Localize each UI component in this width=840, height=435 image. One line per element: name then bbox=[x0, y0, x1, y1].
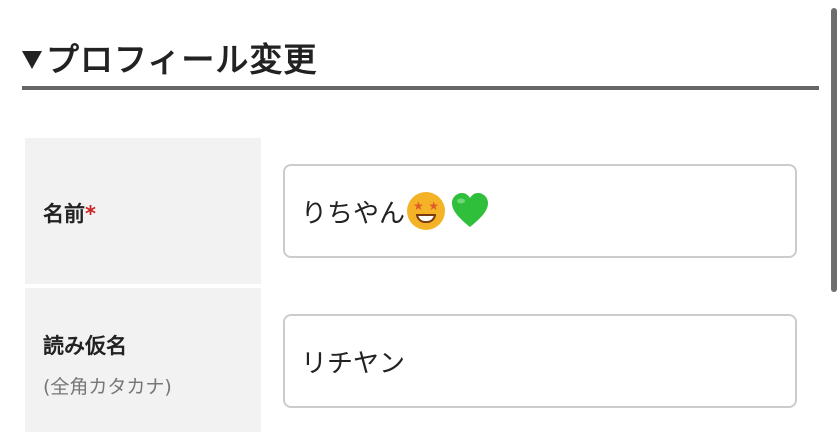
kana-label: 読み仮名 bbox=[43, 334, 127, 358]
name-label-cell: 名前* bbox=[25, 138, 261, 284]
section-title: プロフィール変更 bbox=[22, 33, 317, 81]
kana-input[interactable]: リチヤン bbox=[283, 314, 797, 408]
form-row-kana: 読み仮名 (全角カタカナ) リチヤン bbox=[25, 284, 805, 432]
name-label-text: 名前 bbox=[43, 202, 85, 226]
green-heart-emoji-icon bbox=[452, 193, 489, 227]
star-struck-emoji-icon: ★ ★ bbox=[407, 192, 446, 230]
triangle-down-icon bbox=[22, 51, 42, 69]
name-label: 名前* bbox=[43, 198, 96, 228]
name-input-value: りちやん bbox=[301, 198, 406, 229]
kana-label-cell: 読み仮名 (全角カタカナ) bbox=[25, 288, 261, 432]
required-mark: * bbox=[85, 202, 96, 226]
section-header: プロフィール変更 bbox=[22, 28, 819, 90]
section-title-text: プロフィール変更 bbox=[46, 40, 318, 79]
scrollbar[interactable] bbox=[831, 8, 837, 292]
kana-label-note: (全角カタカナ) bbox=[43, 376, 172, 398]
profile-form: 名前* りちやん ★ ★ 読み仮名 (全角カタカナ) リチヤン bbox=[25, 138, 805, 432]
kana-input-value: リチヤン bbox=[301, 348, 406, 379]
name-input[interactable]: りちやん ★ ★ bbox=[283, 164, 797, 258]
form-row-name: 名前* りちやん ★ ★ bbox=[25, 138, 805, 284]
